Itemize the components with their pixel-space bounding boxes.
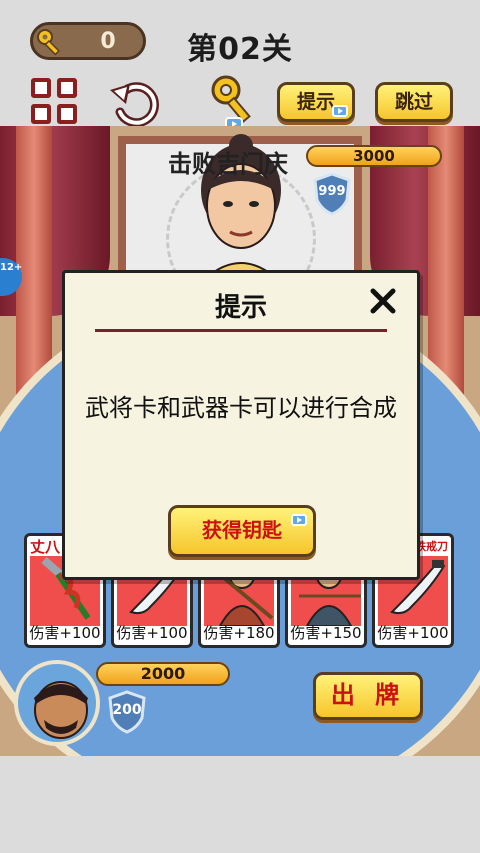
card-damage: 伤害+100	[377, 624, 449, 642]
grid-icon	[31, 78, 51, 98]
grid-icon	[31, 104, 51, 124]
play-card-button[interactable]: 出 牌	[313, 672, 423, 720]
hint-dialog: 提示 武将卡和武器卡可以进行合成 获得钥匙	[62, 270, 420, 580]
card-damage: 伤害+150	[290, 624, 362, 642]
enemy-armor-value: 999	[318, 184, 346, 199]
player-hp-bar: 2000	[96, 662, 230, 686]
enemy-armor: 999	[312, 172, 352, 216]
video-ad-icon	[332, 105, 348, 117]
grid-icon	[57, 78, 77, 98]
dialog-divider	[95, 329, 387, 332]
dialog-message: 武将卡和武器卡可以进行合成	[85, 394, 397, 422]
card-damage: 伤害+180	[203, 624, 275, 642]
player-avatar	[14, 660, 100, 746]
card-damage: 伤害+100	[29, 624, 101, 642]
player-armor: 200	[107, 690, 147, 734]
dialog-title: 提示	[214, 293, 267, 323]
get-key-button[interactable]: 获得钥匙	[168, 505, 316, 557]
bottom-background	[0, 756, 480, 853]
video-ad-icon	[291, 514, 307, 526]
get-key-button-label: 获得钥匙	[202, 518, 282, 542]
menu-grid-button[interactable]	[31, 78, 79, 126]
level-title: 第02关	[187, 32, 293, 67]
restart-icon[interactable]	[108, 76, 162, 128]
skip-button[interactable]: 跳过	[375, 82, 453, 122]
card-damage: 伤害+100	[116, 624, 188, 642]
hint-button-label: 提示	[296, 91, 335, 113]
grid-icon	[57, 104, 77, 124]
player-armor-value: 200	[112, 702, 142, 718]
key-icon[interactable]	[208, 74, 260, 132]
card-name: 丈八	[30, 538, 61, 556]
top-bar: 0 第02关 提示 跳过	[0, 0, 480, 131]
enemy-hp-bar: 3000	[306, 145, 442, 167]
enemy-name: 击败吉门庆	[168, 150, 288, 178]
skip-button-label: 跳过	[394, 91, 433, 113]
close-icon[interactable]	[367, 285, 399, 317]
hint-button[interactable]: 提示	[277, 82, 355, 122]
